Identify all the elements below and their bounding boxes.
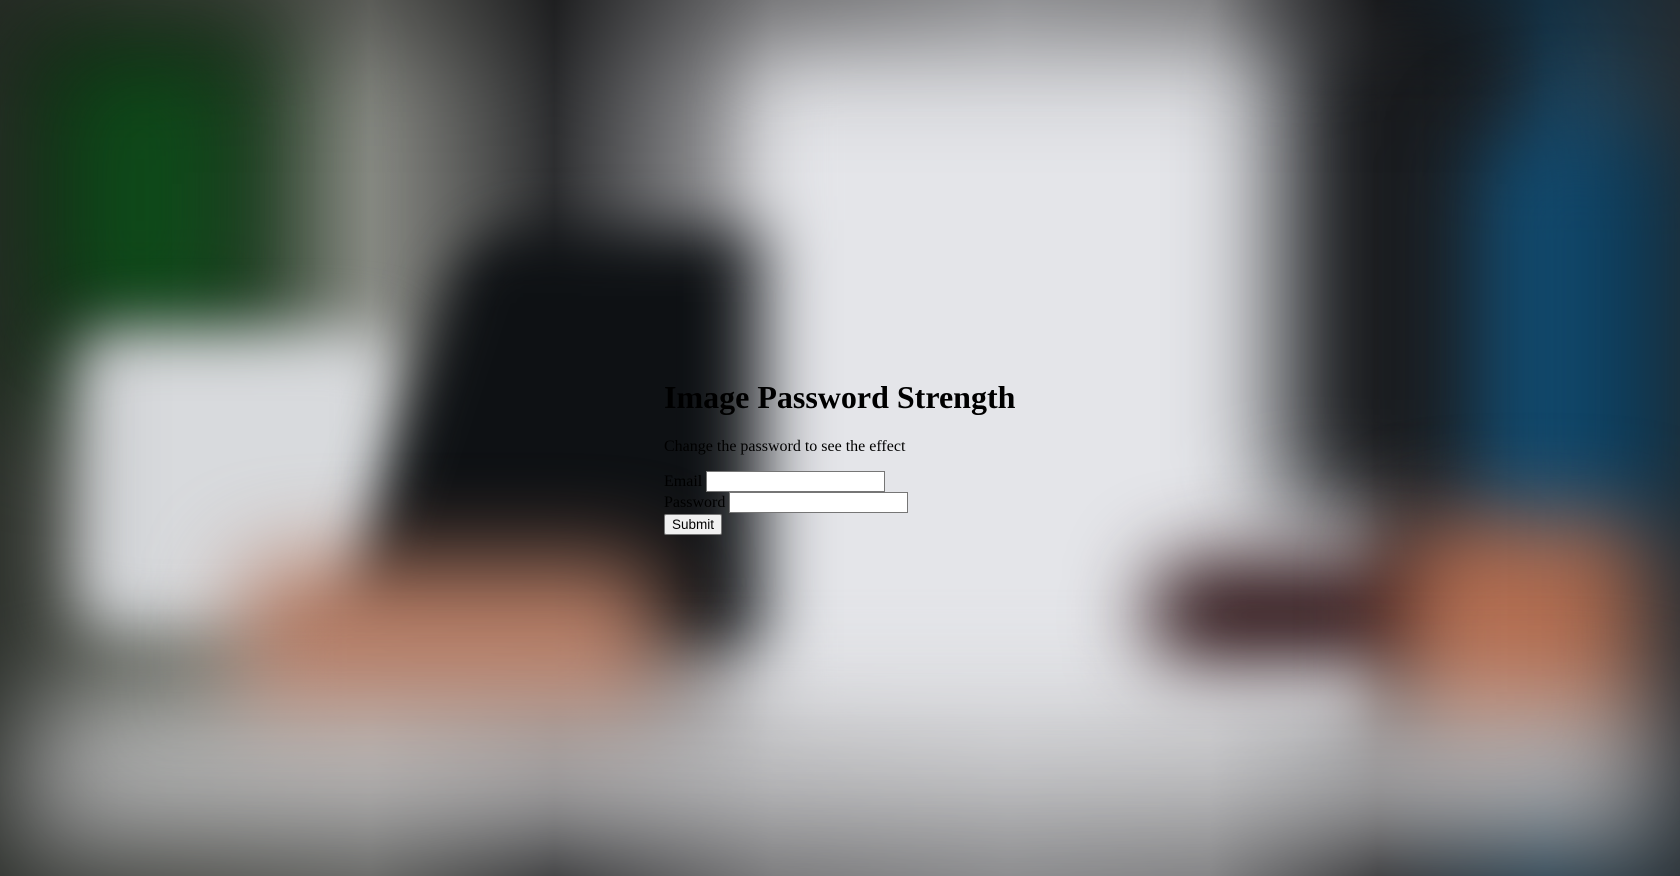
submit-button[interactable]: Submit [664,514,723,535]
password-label: Password [664,493,726,511]
main-content: Image Password Strength Change the passw… [664,372,1015,535]
email-field[interactable] [706,471,886,492]
page-title: Image Password Strength [664,379,1016,415]
page-subtitle: Change the password to see the effect [664,438,906,455]
email-row: Email [664,471,1015,492]
email-label: Email [664,472,703,490]
password-field[interactable] [729,492,909,513]
password-row: Password [664,492,1015,513]
login-form: Email Password Submit [664,471,1015,535]
